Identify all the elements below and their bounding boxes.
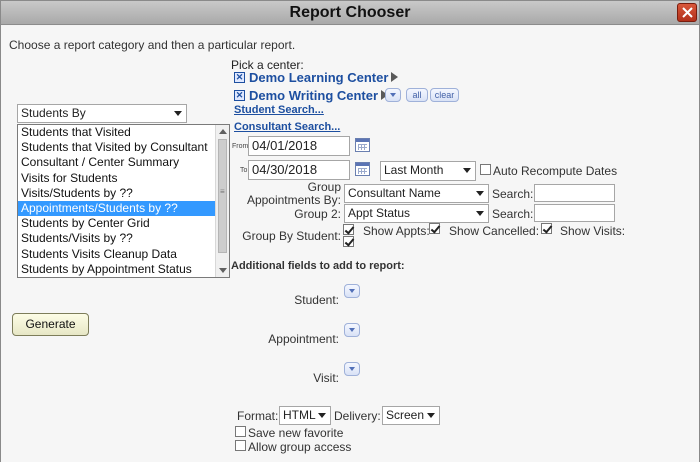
expand-arrow-icon[interactable] <box>391 72 399 82</box>
delivery-label: Delivery: <box>334 409 381 423</box>
group1-select[interactable]: Consultant Name <box>344 184 489 203</box>
chevron-down-icon <box>476 191 484 196</box>
save-favorite-label: Save new favorite <box>248 426 344 440</box>
chevron-down-icon <box>318 413 326 418</box>
center-name[interactable]: Demo Learning Center <box>249 70 388 85</box>
show-visits-label: Show Visits: <box>560 224 626 238</box>
group-by-student-label: Group By Student: <box>242 229 341 243</box>
report-item[interactable]: Students Visits Cleanup Data <box>18 247 216 262</box>
report-item[interactable]: Students that Visited <box>18 125 216 140</box>
group2-value: Appt Status <box>348 206 411 220</box>
chevron-down-icon <box>174 111 182 116</box>
calendar-icon[interactable] <box>355 162 370 176</box>
dialog-body: Choose a report category and then a part… <box>1 26 699 462</box>
report-item[interactable]: Students by Appointment Status <box>18 262 216 277</box>
chevron-down-icon <box>427 413 435 418</box>
report-item[interactable]: Students by Center Grid <box>18 216 216 231</box>
group1-search-input[interactable] <box>534 184 615 202</box>
student-fields-label: Student: <box>294 293 339 307</box>
show-cancelled-label: Show Cancelled: <box>449 224 540 238</box>
appointment-fields-label: Appointment: <box>268 332 339 346</box>
category-select[interactable]: Students By <box>17 104 187 123</box>
remove-center-icon[interactable]: ✕ <box>234 71 245 83</box>
group2-search-input[interactable] <box>534 204 615 222</box>
show-cancelled-checkbox[interactable] <box>541 223 552 234</box>
allow-group-checkbox[interactable] <box>235 440 246 451</box>
appointment-fields-dropdown[interactable] <box>344 323 360 337</box>
report-chooser-dialog: Report Chooser Choose a report category … <box>0 0 700 462</box>
group2-label: Group 2: <box>294 207 341 221</box>
group-by-student-checkbox-2[interactable] <box>343 236 354 247</box>
report-item[interactable]: Students that Visited by Consultant <box>18 140 216 155</box>
report-item[interactable]: Students/Visits by ?? <box>18 231 216 246</box>
dialog-title: Report Chooser <box>289 4 411 21</box>
student-search-link[interactable]: Student Search... <box>234 104 324 116</box>
report-item-selected[interactable]: Appointments/Students by ?? <box>18 200 216 217</box>
group2-select[interactable]: Appt Status <box>344 204 489 223</box>
calendar-icon[interactable] <box>355 138 370 152</box>
group1-label: Group Appointments By: <box>241 181 341 207</box>
remove-center-icon[interactable]: ✕ <box>234 89 245 101</box>
chevron-down-icon <box>476 211 484 216</box>
chevron-down-icon <box>463 168 471 173</box>
save-favorite-checkbox[interactable] <box>235 426 246 437</box>
generate-button[interactable]: Generate <box>12 313 89 336</box>
show-appts-checkbox[interactable] <box>429 223 440 234</box>
scroll-up-icon[interactable] <box>219 129 227 134</box>
group1-label-line2: Appointments By: <box>246 193 341 207</box>
student-fields-dropdown[interactable] <box>344 284 360 298</box>
group-by-student-checkbox[interactable] <box>343 224 354 235</box>
center-name[interactable]: Demo Writing Center <box>249 88 378 103</box>
format-value: HTML <box>283 408 316 422</box>
auto-recompute-label: Auto Recompute Dates <box>493 164 618 178</box>
visit-fields-dropdown[interactable] <box>344 362 360 376</box>
scroll-thumb[interactable]: ≡ <box>218 139 227 253</box>
date-range-select[interactable]: Last Month <box>380 161 476 181</box>
from-date-input[interactable]: 04/01/2018 <box>248 136 350 156</box>
close-icon <box>682 7 693 18</box>
allow-group-label: Allow group access <box>248 440 352 454</box>
group1-value: Consultant Name <box>348 186 441 200</box>
additional-fields-heading: Additional fields to add to report: <box>231 260 405 272</box>
center-dropdown-button[interactable] <box>385 88 401 102</box>
clear-centers-button[interactable]: clear <box>430 88 459 102</box>
title-bar: Report Chooser <box>1 1 699 25</box>
delivery-value: Screen <box>386 408 425 422</box>
intro-text: Choose a report category and then a part… <box>9 38 296 52</box>
report-item[interactable]: Visits for Students <box>18 171 216 186</box>
grip-icon: ≡ <box>220 187 225 196</box>
report-listbox[interactable]: Students that Visited Students that Visi… <box>17 124 230 278</box>
select-all-centers-button[interactable]: all <box>406 88 428 102</box>
visit-fields-label: Visit: <box>313 371 339 385</box>
delivery-select[interactable]: Screen <box>382 406 440 425</box>
close-button[interactable] <box>677 3 697 22</box>
format-label: Format: <box>237 409 279 423</box>
search-label: Search: <box>492 187 534 201</box>
scroll-down-icon[interactable] <box>219 268 227 273</box>
date-range-value: Last Month <box>384 163 444 177</box>
to-date-input[interactable]: 04/30/2018 <box>248 160 350 180</box>
report-list-scrollbar[interactable]: ≡ <box>215 125 229 277</box>
center-chip-learning: ✕ Demo Learning Center <box>234 70 399 85</box>
report-item[interactable]: Visits/Students by ?? <box>18 186 216 201</box>
auto-recompute-checkbox[interactable] <box>480 164 491 175</box>
center-chip-writing: ✕ Demo Writing Center <box>234 88 389 103</box>
search-label: Search: <box>492 207 534 221</box>
category-select-value: Students By <box>21 106 86 120</box>
report-item[interactable]: Consultant / Center Summary <box>18 155 216 170</box>
consultant-search-link[interactable]: Consultant Search... <box>234 121 340 133</box>
format-select[interactable]: HTML <box>279 406 331 425</box>
show-appts-label: Show Appts: <box>363 224 430 238</box>
